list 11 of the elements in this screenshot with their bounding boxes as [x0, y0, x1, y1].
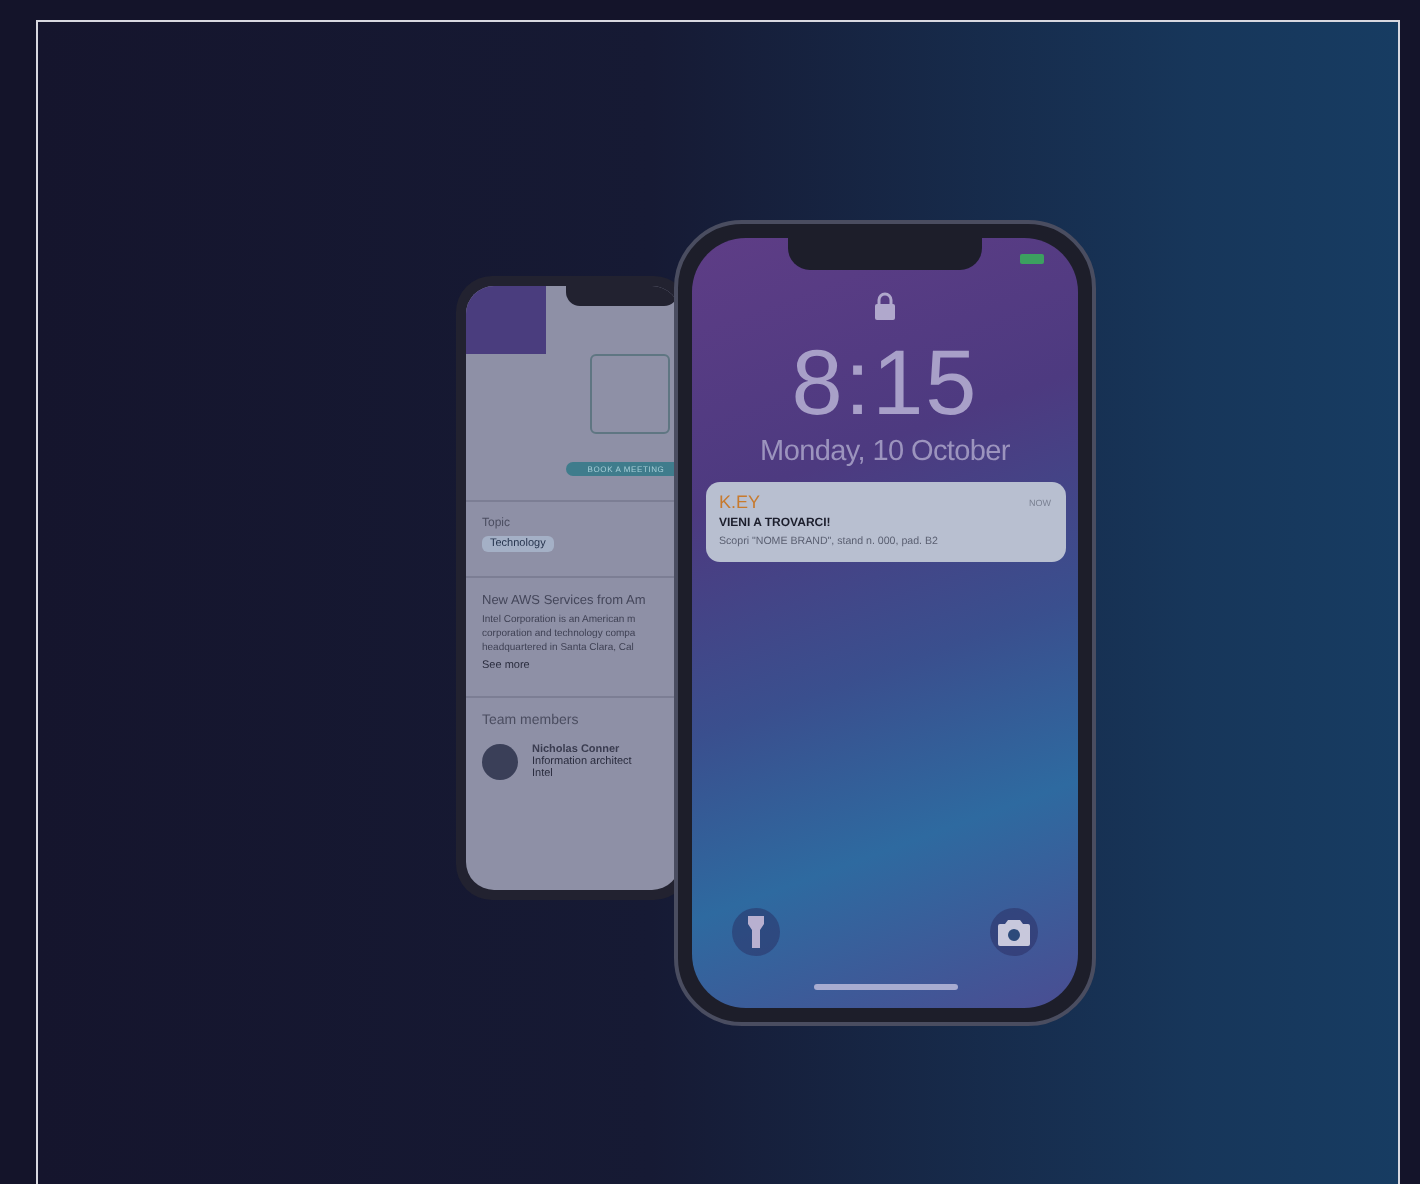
battery-icon	[1020, 254, 1044, 264]
lock-icon	[874, 292, 896, 320]
app-name: K.EY	[719, 492, 761, 512]
camera-icon[interactable]	[990, 908, 1038, 956]
logo-placeholder	[590, 354, 670, 434]
date-text: Monday, 10 October	[760, 436, 1010, 468]
home-indicator	[813, 984, 957, 990]
clock-time: 8:15	[791, 336, 979, 428]
header-block	[466, 286, 546, 354]
flashlight-icon[interactable]	[732, 908, 780, 956]
avatar-icon	[482, 744, 518, 781]
